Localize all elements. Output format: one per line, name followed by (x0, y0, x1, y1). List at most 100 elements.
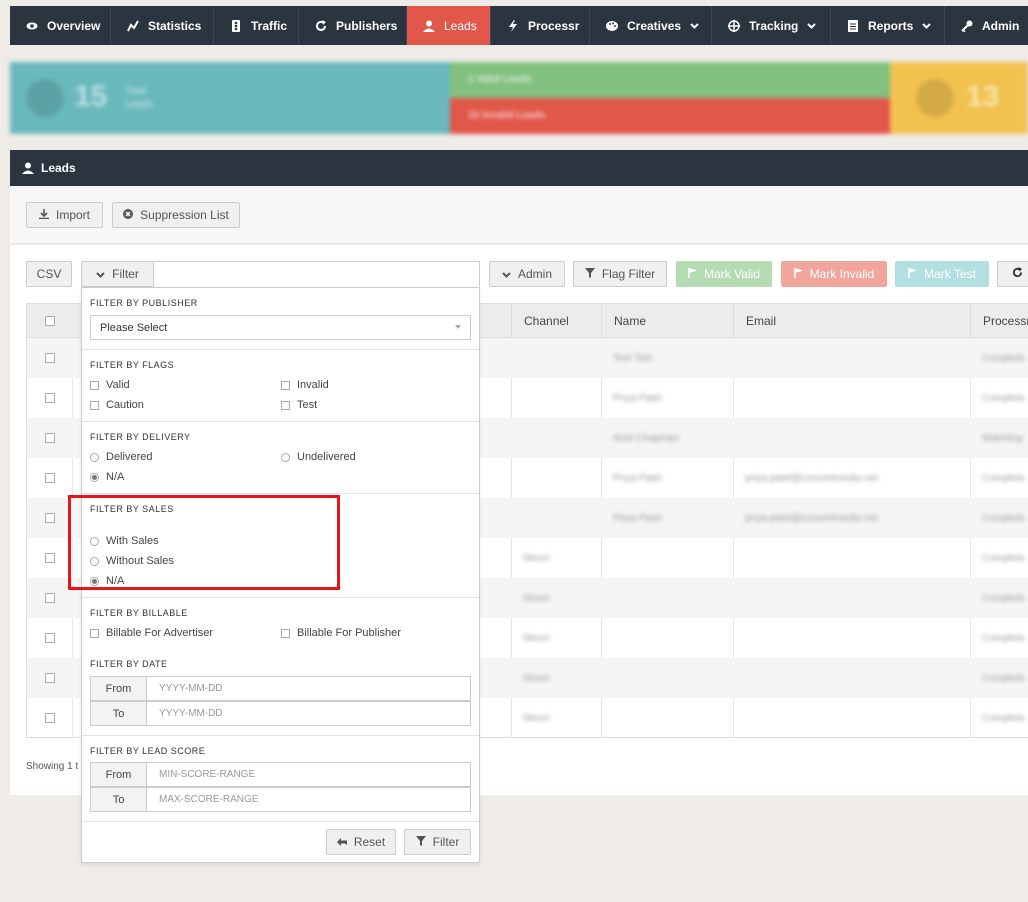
date-to-input[interactable]: YYYY-MM-DD (147, 702, 470, 725)
publisher-select[interactable]: Please Select (90, 315, 471, 340)
cell-processor: Complete (970, 538, 1028, 578)
row-checkbox[interactable] (44, 393, 55, 403)
home-icon (26, 79, 64, 117)
column-header-channel[interactable]: Channel (511, 304, 601, 338)
billable-publisher-option[interactable]: Billable For Publisher (281, 627, 401, 639)
total-leads-sublabel: Leads (125, 99, 153, 110)
row-checkbox[interactable] (44, 513, 55, 523)
row-checkbox-cell (27, 618, 72, 658)
delivery-na-option[interactable]: N/A (90, 471, 124, 483)
column-header-email[interactable]: Email (733, 304, 970, 338)
nav-overview[interactable]: Overview (10, 6, 111, 45)
cell-email (733, 618, 970, 658)
csv-button[interactable]: CSV (26, 261, 72, 287)
nav-creatives[interactable]: Creatives (590, 6, 712, 45)
reset-filter-button[interactable]: Reset (326, 829, 396, 855)
billable-advertiser-option[interactable]: Billable For Advertiser (90, 627, 213, 639)
filter-search-input[interactable] (153, 261, 480, 288)
mark-test-button[interactable]: Mark Test (895, 261, 989, 287)
row-checkbox[interactable] (44, 633, 55, 643)
cell-channel (511, 418, 601, 458)
cell-name: Priya Patel (601, 378, 733, 418)
nav-admin[interactable]: Admin (945, 6, 1028, 45)
flag-filter-button[interactable]: Flag Filter (573, 261, 667, 287)
score-max-input[interactable]: MAX-SCORE-RANGE (147, 788, 470, 811)
import-label: Import (55, 208, 90, 222)
cell-name (601, 618, 733, 658)
stats-summary: 15 Total Leads 1 Valid Leads 15 Invalid … (10, 62, 1028, 134)
document-icon (847, 19, 859, 32)
cell-processor-value: Complete (982, 472, 1025, 484)
nav-processr[interactable]: Processr (491, 6, 590, 45)
row-checkbox-cell (27, 458, 72, 498)
mark-invalid-button[interactable]: Mark Invalid (781, 261, 887, 287)
row-checkbox[interactable] (44, 673, 55, 683)
top-navigation: Overview Statistics Traffic Publishers L… (10, 6, 1028, 45)
row-checkbox-cell (27, 698, 72, 737)
nav-publishers-label: Publishers (336, 18, 398, 33)
apply-filter-button[interactable]: Filter (404, 829, 471, 855)
nav-overview-label: Overview (47, 18, 101, 33)
nav-statistics-label: Statistics (148, 18, 202, 33)
delivered-radio[interactable] (90, 452, 99, 462)
cell-processor-value: Complete (982, 352, 1025, 364)
csv-label: CSV (36, 267, 62, 281)
column-header-processor[interactable]: Processr (970, 304, 1028, 338)
billable-advertiser-checkbox[interactable] (90, 628, 99, 638)
row-checkbox[interactable] (44, 713, 55, 723)
cell-name-value: Test Test (613, 352, 653, 364)
cell-channel-value: Direct (523, 592, 550, 604)
undelivered-option[interactable]: Undelivered (281, 451, 356, 463)
nav-publishers[interactable]: Publishers (299, 6, 407, 45)
cell-channel-value: Direct (523, 712, 550, 724)
row-checkbox[interactable] (44, 433, 55, 443)
score-min-input[interactable]: MIN-SCORE-RANGE (147, 763, 470, 786)
nav-processr-label: Processr (528, 18, 580, 33)
flag-test-option[interactable]: Test (281, 399, 317, 411)
nav-traffic[interactable]: Traffic (214, 6, 299, 45)
nav-traffic-label: Traffic (251, 18, 288, 33)
suppression-list-button[interactable]: Suppression List (112, 202, 240, 228)
date-from-input[interactable]: YYYY-MM-DD (147, 677, 470, 700)
row-checkbox[interactable] (44, 353, 55, 363)
play-icon (916, 79, 954, 117)
nav-statistics[interactable]: Statistics (111, 6, 214, 45)
mark-valid-button[interactable]: Mark Valid (676, 261, 772, 287)
billable-publisher-checkbox[interactable] (281, 628, 290, 638)
suppression-list-label: Suppression List (140, 208, 229, 222)
flag-invalid-option[interactable]: Invalid (281, 379, 329, 391)
column-header-name[interactable]: Name (601, 304, 733, 338)
admin-filter-button[interactable]: Admin (489, 261, 565, 287)
flag-valid-option[interactable]: Valid (90, 379, 130, 391)
refresh-button[interactable] (997, 261, 1028, 287)
row-checkbox[interactable] (44, 473, 55, 483)
row-checkbox[interactable] (44, 553, 55, 563)
row-checkbox[interactable] (44, 593, 55, 603)
flag-caution-option[interactable]: Caution (90, 399, 144, 411)
flag-valid-checkbox[interactable] (90, 380, 99, 390)
delivered-option[interactable]: Delivered (90, 451, 152, 463)
chevron-down-icon (690, 22, 699, 29)
flag-test-checkbox[interactable] (281, 400, 290, 410)
delivery-na-radio[interactable] (90, 472, 99, 482)
select-all-checkbox[interactable] (44, 316, 55, 326)
flag-caution-label: Caution (106, 399, 144, 411)
nav-creatives-label: Creatives (627, 18, 682, 33)
nav-tracking-label: Tracking (749, 18, 799, 33)
flag-caution-checkbox[interactable] (90, 400, 99, 410)
cell-email-value: priya.patel@convertmedia.net (745, 512, 878, 524)
mark-invalid-label: Mark Invalid (809, 267, 875, 281)
undelivered-radio[interactable] (281, 452, 290, 462)
cell-email: priya.patel@convertmedia.net (733, 498, 970, 538)
flag-invalid-checkbox[interactable] (281, 380, 290, 390)
import-button[interactable]: Import (26, 202, 103, 228)
nav-reports[interactable]: Reports (831, 6, 945, 45)
filter-toggle-button[interactable]: Filter (81, 261, 153, 287)
flag-icon (908, 267, 918, 281)
total-leads-count: 15 (74, 80, 108, 113)
filter-date-title: FILTER BY DATE (90, 659, 168, 669)
cell-processor: Complete (970, 698, 1028, 737)
nav-leads[interactable]: Leads (407, 6, 491, 45)
nav-tracking[interactable]: Tracking (712, 6, 831, 45)
cell-email (733, 698, 970, 737)
